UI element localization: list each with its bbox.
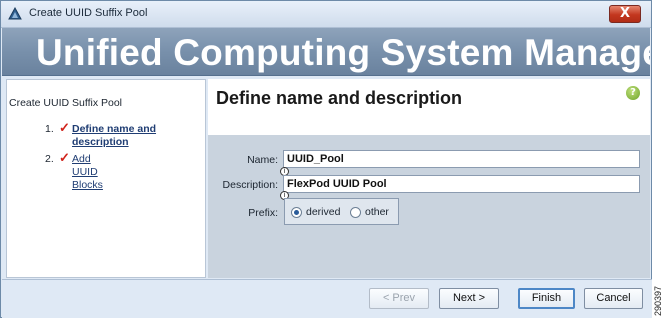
prev-button[interactable]: < Prev [369,288,429,309]
content-header: Define name and description ? [208,79,650,135]
radio-label-derived: derived [306,206,341,218]
wizard-steps-panel: Create UUID Suffix Pool 1. ✓ Define name… [6,79,206,278]
prefix-radio-group: derived other [284,198,399,225]
window-title: Create UUID Suffix Pool [29,7,148,19]
banner: Unified Computing System Manager [2,28,650,76]
dialog-window: Create UUID Suffix Pool X Unified Comput… [0,0,652,318]
radio-label-other: other [365,206,389,218]
cancel-button[interactable]: Cancel [584,288,643,309]
close-icon: X [619,6,631,21]
radio-derived[interactable] [291,207,302,218]
description-input[interactable] [283,175,640,193]
step-link-add-uuid-blocks[interactable]: Add UUID Blocks [72,153,103,192]
step-number: 2. [45,153,54,165]
finish-button[interactable]: Finish [518,288,575,309]
page-title: Define name and description [216,88,463,108]
radio-other[interactable] [350,207,361,218]
checkmark-icon: ✓ [59,150,70,165]
name-input[interactable] [283,150,640,168]
close-button[interactable]: X [609,5,641,23]
wizard-title: Create UUID Suffix Pool [9,97,123,109]
next-button[interactable]: Next > [439,288,499,309]
title-bar[interactable]: Create UUID Suffix Pool X [1,1,651,28]
image-id: 290397 [653,285,663,316]
wizard-footer: < Prev Next > Finish Cancel [2,279,652,318]
app-logo-icon [8,7,22,20]
help-icon[interactable]: ? [626,86,640,100]
checkmark-icon: ✓ [59,120,70,135]
description-label: Description: [222,179,278,191]
name-label: Name: [247,154,278,166]
banner-title: Unified Computing System Manager [36,32,650,73]
step-number: 1. [45,123,54,135]
prefix-label: Prefix: [248,207,278,219]
step-link-define-name[interactable]: Define name and description [72,123,182,149]
